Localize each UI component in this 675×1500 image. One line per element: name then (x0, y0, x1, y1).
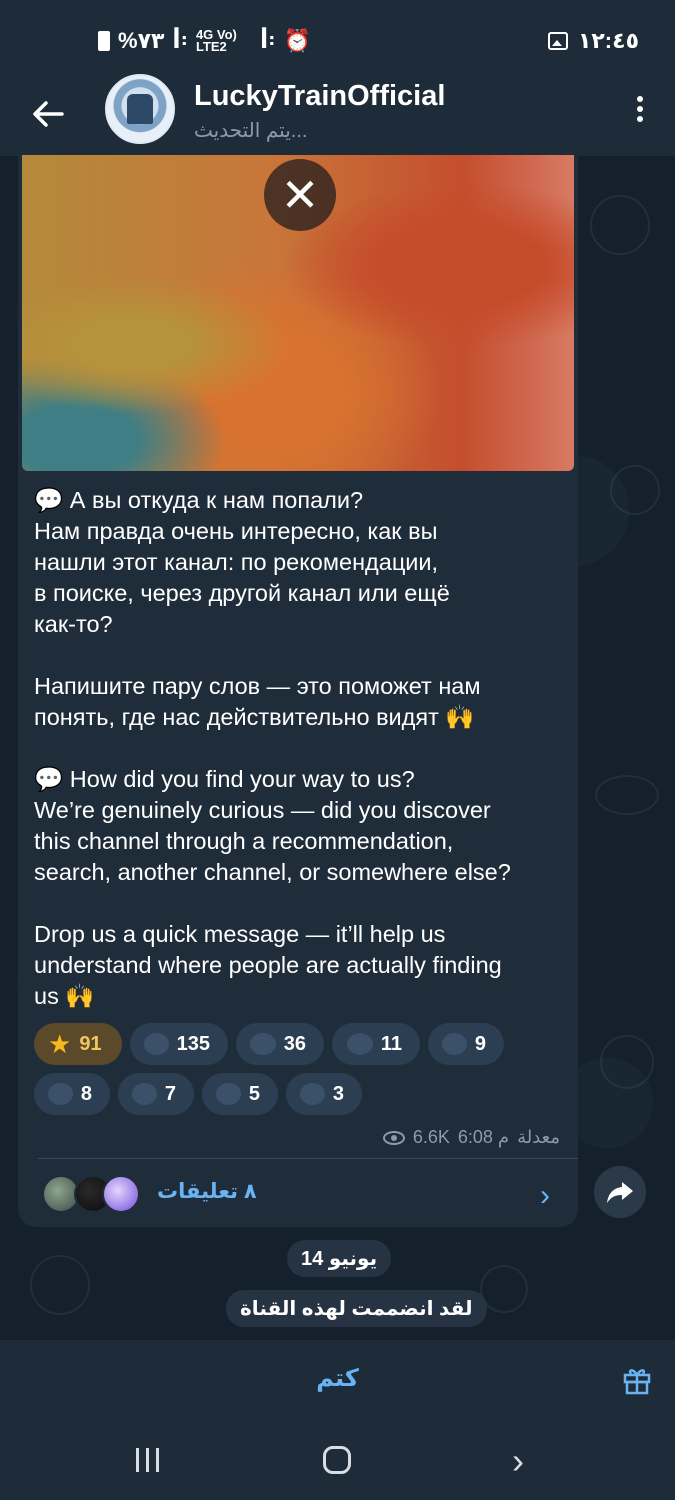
reaction-count: 5 (248, 1082, 260, 1105)
image-icon (547, 32, 568, 50)
nav-back-icon[interactable]: › (512, 1440, 524, 1482)
network-type: 4G Vo) LTE2 (195, 27, 237, 54)
status-left: %٧٣ ꟾ꞉ 4G Vo) LTE2 ꟾ꞉ ⏰ (98, 28, 311, 54)
comments-count[interactable]: ٨ تعليقات (157, 1179, 257, 1204)
doodle (590, 195, 650, 255)
blurred-media[interactable]: ✕ (22, 155, 574, 471)
monkey-icon (300, 1083, 325, 1105)
status-right: ١٢:٤٥ (547, 28, 639, 54)
clock: ١٢:٤٥ (577, 28, 639, 53)
reaction-count: 135 (176, 1032, 210, 1055)
system-nav-bar: › (0, 1422, 675, 1500)
message-text: 💬 А вы откуда к нам попали? Нам правда о… (34, 487, 511, 1009)
channel-title[interactable]: LuckyTrainOfficial (194, 80, 445, 113)
reaction-rocket[interactable]: 9 (428, 1023, 504, 1065)
star-icon: ★ (48, 1028, 72, 1059)
eye-icon (382, 1130, 405, 1145)
reaction-heart[interactable]: 135 (130, 1023, 228, 1065)
recent-apps-icon[interactable] (136, 1448, 166, 1477)
reaction-star[interactable]: ★ 91 (34, 1023, 122, 1065)
message-time: 6:08 م (457, 1127, 510, 1147)
rocket-icon (442, 1033, 467, 1055)
status-bar: %٧٣ ꟾ꞉ 4G Vo) LTE2 ꟾ꞉ ⏰ ١٢:٤٥ (0, 0, 675, 80)
doodle (600, 1035, 654, 1089)
share-arrow-icon (607, 1182, 633, 1203)
chevron-right-icon[interactable]: › (540, 1179, 550, 1213)
reaction-count: 11 (380, 1032, 402, 1055)
bottom-bar: كتم (0, 1340, 675, 1422)
doodle (480, 1265, 528, 1313)
unicorn-icon (48, 1083, 73, 1105)
thumbs-up-icon (250, 1033, 276, 1055)
battery-percent: %٧٣ (118, 28, 165, 53)
reaction-count: 8 (80, 1082, 92, 1105)
message-meta: 6.6K 6:08 م معدلة (382, 1127, 560, 1148)
alarm-icon: ⏰ (283, 28, 311, 53)
signal-icon: ꟾ꞉ (259, 28, 276, 53)
reaction-party[interactable]: 7 (118, 1073, 194, 1115)
trophy-icon (216, 1083, 241, 1105)
view-count: 6.6K (412, 1127, 450, 1147)
comments-row[interactable]: ٨ تعليقات › (18, 1165, 578, 1221)
home-icon[interactable] (323, 1446, 351, 1474)
edited-label: معدلة (517, 1127, 560, 1147)
more-menu-icon[interactable] (635, 96, 645, 126)
share-button[interactable] (594, 1166, 646, 1218)
gift-icon[interactable] (621, 1364, 653, 1396)
heart-icon (144, 1033, 169, 1055)
battery-icon (98, 31, 110, 51)
reactions-bar: ★ 91 135 36 11 9 8 7 5 3 (34, 1023, 564, 1115)
message-bubble: ✕ 💬 А вы откуда к нам попали? Нам правда… (18, 155, 578, 1227)
signal-icon: ꟾ꞉ (172, 28, 188, 53)
reaction-count: 7 (164, 1082, 176, 1105)
channel-avatar[interactable] (105, 74, 175, 144)
mute-button[interactable]: كتم (0, 1364, 675, 1393)
fire-icon (346, 1033, 373, 1055)
reaction-count: 3 (332, 1082, 344, 1105)
party-icon (132, 1083, 157, 1105)
reaction-count: 36 (283, 1032, 306, 1055)
reaction-thumbs-up[interactable]: 36 (236, 1023, 324, 1065)
reaction-monkey[interactable]: 3 (286, 1073, 362, 1115)
divider (38, 1158, 578, 1159)
commenter-avatar (102, 1175, 140, 1213)
reaction-count: 9 (474, 1032, 486, 1055)
date-pill: 14 يونيو (287, 1240, 392, 1277)
close-icon[interactable]: ✕ (264, 159, 336, 231)
train-icon (127, 94, 153, 124)
chat-header: LuckyTrainOfficial يتم التحديث... (0, 74, 675, 156)
doodle (610, 465, 660, 515)
reaction-fire[interactable]: 11 (332, 1023, 420, 1065)
channel-status: يتم التحديث... (194, 120, 308, 142)
reaction-count: 91 (79, 1032, 102, 1055)
back-arrow-icon[interactable] (28, 94, 68, 134)
reaction-trophy[interactable]: 5 (202, 1073, 278, 1115)
doodle (595, 775, 659, 815)
doodle (30, 1255, 90, 1315)
joined-notice: لقد انضممت لهذه القناة (226, 1290, 487, 1327)
reaction-unicorn[interactable]: 8 (34, 1073, 110, 1115)
